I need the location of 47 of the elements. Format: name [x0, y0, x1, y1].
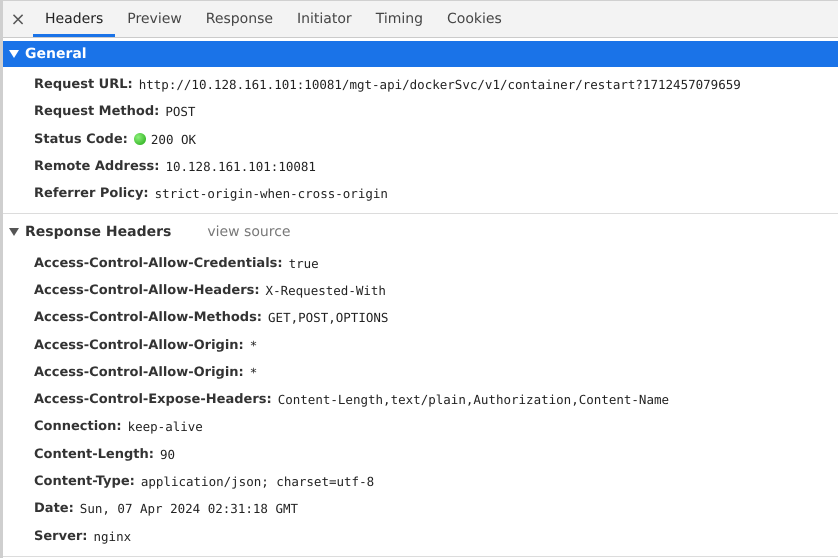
header-name: Content-Type: — [34, 474, 135, 489]
header-value: GET,POST,OPTIONS — [268, 310, 388, 326]
header-value: * — [250, 338, 258, 353]
header-name: Request Method: — [34, 104, 160, 120]
tab[interactable]: Cookies — [435, 1, 514, 37]
header-name: Content-Length: — [34, 446, 154, 462]
header-value: POST — [165, 104, 196, 120]
header-name: Access-Control-Allow-Origin: — [34, 338, 244, 353]
tab[interactable]: Headers — [33, 1, 116, 37]
tab[interactable]: Response — [194, 1, 286, 37]
header-name: Access-Control-Allow-Headers: — [34, 282, 260, 298]
header-value: strict-origin-when-cross-origin — [154, 186, 388, 202]
header-value: nginx — [94, 528, 132, 544]
header-value: Content-Length,text/plain,Authorization,Content-Name — [278, 392, 670, 408]
header-name: Access-Control-Allow-Origin: — [34, 364, 244, 380]
header-name: Date: — [34, 501, 74, 516]
header-name: Remote Address: — [34, 159, 160, 174]
header-value: keep-alive — [128, 419, 203, 434]
status-dot-icon — [134, 133, 146, 146]
tab[interactable]: Preview — [115, 1, 194, 37]
header-value: * — [250, 364, 258, 380]
expanded-triangle-icon — [9, 228, 19, 236]
header-value: true — [288, 256, 319, 271]
header-value: 10.128.161.101:10081 — [165, 159, 316, 174]
header-name: Access-Control-Allow-Credentials: — [34, 256, 283, 271]
header-value: application/json; charset=utf-8 — [140, 474, 374, 489]
header-value: 90 — [160, 446, 176, 462]
header-value: Sun, 07 Apr 2024 02:31:18 GMT — [80, 501, 298, 516]
view-source-link[interactable]: view source — [207, 224, 291, 240]
header-name: Access-Control-Allow-Methods: — [34, 310, 262, 326]
tab[interactable]: Timing — [364, 1, 436, 37]
expanded-triangle-icon — [9, 50, 19, 58]
header-name: Access-Control-Expose-Headers: — [34, 392, 272, 408]
header-name: Request URL: — [34, 77, 133, 92]
section-title: General — [25, 46, 87, 62]
header-value: 200 OK — [150, 132, 196, 147]
header-name: Connection: — [34, 419, 122, 434]
tab[interactable]: Initiator — [285, 1, 364, 37]
header-value: X-Requested-With — [266, 282, 386, 298]
header-name: Status Code: — [34, 132, 128, 147]
section-header[interactable]: Response Headers view source — [3, 219, 838, 246]
close-button[interactable]: × — [3, 1, 33, 37]
header-value: http://10.128.161.101:10081/mgt-api/dockerSvc/v1/container/restart?1712457079659 — [138, 77, 741, 92]
header-name: Referrer Policy: — [34, 186, 149, 202]
header-name: Server: — [34, 528, 88, 544]
section-header[interactable]: General — [3, 41, 838, 67]
section-title: Response Headers — [25, 224, 172, 240]
